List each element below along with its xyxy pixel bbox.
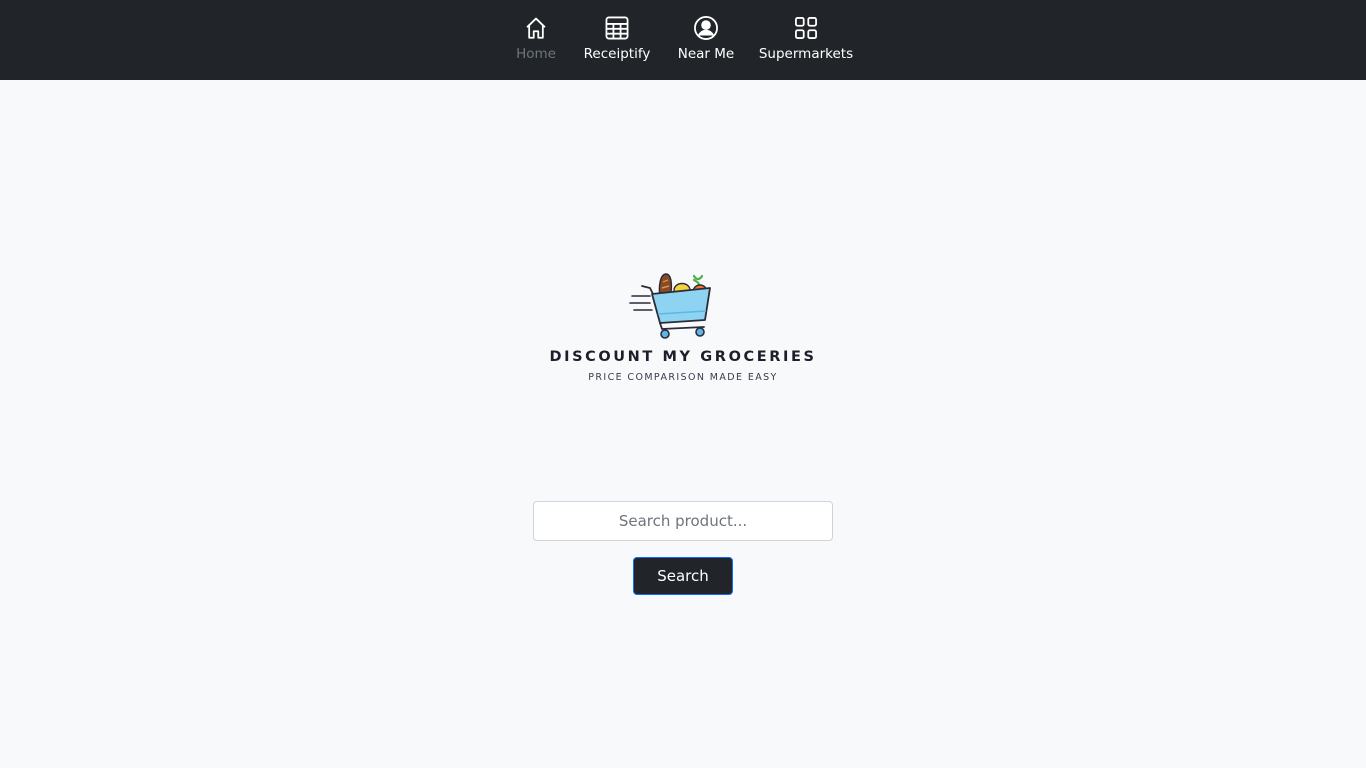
nav-item-label: Home <box>516 46 556 62</box>
nav-item-supermarkets[interactable]: Supermarkets <box>758 0 854 80</box>
person-circle-icon <box>694 16 718 40</box>
search-button[interactable]: Search <box>633 557 733 595</box>
search-input[interactable] <box>533 501 833 541</box>
brand-name: DISCOUNT MY GROCERIES <box>549 349 817 365</box>
grid-icon <box>795 17 817 39</box>
brand-tagline: PRICE COMPARISON MADE EASY <box>588 372 778 383</box>
nav-item-receiptify[interactable]: Receiptify <box>584 0 650 80</box>
nav-item-home[interactable]: Home <box>516 0 556 80</box>
nav-item-label: Near Me <box>677 46 735 62</box>
top-navbar: Home Receiptify Near Me Supermarkets <box>0 0 1366 80</box>
nav-item-label: Receiptify <box>583 46 651 62</box>
home-icon <box>526 17 546 39</box>
brand-logo: DISCOUNT MY GROCERIES PRICE COMPARISON M… <box>540 268 826 388</box>
grocery-cart-icon <box>629 273 711 339</box>
nav-item-near-me[interactable]: Near Me <box>678 0 734 80</box>
table-icon <box>605 16 629 40</box>
nav-item-label: Supermarkets <box>758 46 854 62</box>
